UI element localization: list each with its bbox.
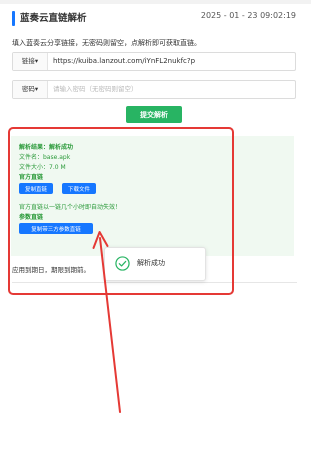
result-status: 解析结果：解析成功	[19, 144, 74, 151]
title-accent-bar	[12, 11, 15, 26]
footer-note: 应用到期日，期限到期前。	[12, 266, 90, 274]
submit-button[interactable]: 提交解析	[126, 106, 182, 123]
direct-link-heading: 官方直链	[19, 174, 44, 181]
url-field[interactable]: 链接▾ https://kuiba.lanzout.com/iYnFL2nukf…	[12, 52, 296, 71]
result-panel: 解析结果：解析成功 文件名：base.apk 文件大小：7.0 M 官方直链 复…	[11, 136, 294, 256]
url-prefix-label: 链接	[21, 57, 35, 65]
page-header: 蓝奏云直链解析 2025 - 01 - 23 09:02:19	[12, 10, 302, 28]
result-file-name: 文件名：base.apk	[19, 154, 71, 161]
copy-param-link-button[interactable]: 复制带三方参数直链	[19, 223, 93, 234]
download-file-button[interactable]: 下载文件	[62, 183, 96, 194]
password-prefix-label: 密码	[21, 85, 35, 93]
password-prefix[interactable]: 密码▾	[13, 81, 48, 98]
form-hint: 填入蓝奏云分享链接，无密码则留空，点解析即可获取直链。	[12, 39, 201, 47]
page-title: 蓝奏云直链解析	[20, 13, 87, 24]
url-input[interactable]: https://kuiba.lanzout.com/iYnFL2nukfc?p	[53, 53, 195, 70]
top-divider	[0, 0, 311, 4]
timestamp: 2025 - 01 - 23 09:02:19	[200, 11, 296, 20]
result-file-size: 文件大小：7.0 M	[19, 164, 66, 171]
expiry-note: 官方直链以一链几个小时即自动失效！	[19, 204, 122, 211]
copy-direct-link-button[interactable]: 复制直链	[19, 183, 53, 194]
password-field[interactable]: 密码▾	[12, 80, 296, 99]
param-link-heading: 参数直链	[19, 214, 44, 221]
url-prefix[interactable]: 链接▾	[13, 53, 48, 70]
toast-message: 解析成功	[137, 259, 165, 267]
password-input[interactable]	[53, 82, 283, 96]
footer-divider	[12, 282, 297, 283]
check-circle-icon	[115, 256, 130, 271]
success-toast: 解析成功	[104, 247, 206, 281]
